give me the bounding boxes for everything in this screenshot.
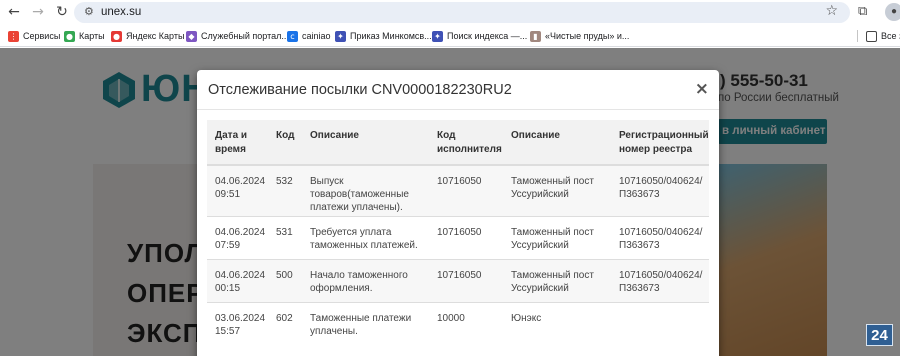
modal-header: Отслеживание посылки CNV0000182230RU2 ×	[197, 70, 719, 110]
cell-registry-number	[611, 301, 709, 353]
tracking-modal: Отслеживание посылки CNV0000182230RU2 × …	[197, 70, 719, 356]
extensions-icon[interactable]: ⧉	[858, 4, 867, 19]
bookmark-label: Приказ Минкомсв...	[350, 31, 432, 41]
cell-registry-number: 10716050/040624/П363673	[611, 164, 709, 216]
bookmark-label: Карты	[79, 31, 105, 41]
apps-grid-icon: ⋮	[8, 30, 19, 42]
column-header-registry-number: Регистрационный номер реестра	[611, 120, 709, 166]
cell-executor-description: Таможенный пост Уссурийский	[503, 258, 611, 302]
bookmark-label: cainiao	[302, 31, 331, 41]
column-header-executor-code: Код исполнителя	[429, 120, 503, 166]
maps-pin-icon: ●	[64, 30, 75, 42]
bookmark-star-icon[interactable]: ☆	[825, 3, 838, 19]
cell-description: Начало таможенного оформления.	[302, 258, 429, 302]
column-header-code: Код	[268, 120, 302, 166]
cell-datetime: 04.06.2024 09:51	[207, 164, 268, 216]
bookmark-label: «Чистые пруды» и...	[545, 31, 630, 41]
table-row: 03.06.2024 15:57 602 Таможенные платежи уп…	[207, 301, 709, 353]
address-bar[interactable]: ⚙ unex.su ☆	[74, 2, 850, 23]
column-header-executor-description: Описание	[503, 120, 611, 166]
cell-executor-code: 10716050	[429, 215, 503, 259]
bookmark-item[interactable]: ● Яндекс Карты	[111, 29, 184, 43]
bookmark-item[interactable]: c cainiao	[287, 29, 331, 43]
book-icon: ▮	[530, 30, 541, 42]
cell-datetime: 04.06.2024 00:15	[207, 258, 268, 302]
all-bookmarks-button[interactable]: Все з	[866, 29, 900, 43]
site-settings-icon[interactable]: ⚙	[84, 5, 94, 18]
bookmark-label: Сервисы	[23, 31, 61, 41]
table-header-row: Дата и время Код Описание Код исполнител…	[207, 120, 709, 166]
news-24-badge[interactable]: 24	[866, 324, 893, 346]
url-text[interactable]: unex.su	[101, 6, 141, 18]
bookmarks-bar: ⋮ Сервисы ● Карты ● Яндекс Карты ◆ Служебный по…	[0, 25, 900, 47]
bookmark-item[interactable]: ✦ Поиск индекса —...	[432, 29, 527, 43]
modal-title: Отслеживание посылки CNV0000182230RU2	[208, 82, 512, 98]
table-row: 04.06.2024 07:59 531 Требуется уплата тамо…	[207, 215, 709, 259]
back-arrow-icon[interactable]: ←	[6, 4, 22, 20]
all-bookmarks-label: Все з	[881, 31, 900, 41]
cell-code: 532	[268, 164, 302, 216]
bookmark-item[interactable]: ✦ Приказ Минкомсв...	[335, 29, 432, 43]
cell-registry-number: 10716050/040624/П363673	[611, 258, 709, 302]
table-row: 04.06.2024 09:51 532 Выпуск товаров(таможе…	[207, 164, 709, 216]
emblem-icon: ✦	[432, 30, 443, 42]
browser-toolbar: ← → ↻ ⚙ unex.su ☆ ⧉ ●	[0, 0, 900, 25]
bookmark-label: Яндекс Карты	[126, 31, 185, 41]
close-icon[interactable]: ×	[695, 79, 709, 99]
cainiao-icon: c	[287, 30, 298, 42]
tracking-table-container: Дата и время Код Описание Код исполнител…	[207, 120, 709, 353]
cell-description: Требуется уплата таможенных платежей.	[302, 215, 429, 259]
table-row: 04.06.2024 00:15 500 Начало таможенного оф…	[207, 258, 709, 302]
bookmark-label: Поиск индекса —...	[447, 31, 528, 41]
bookmark-label: Служебный портал...	[201, 31, 289, 41]
bookmarks-separator	[857, 30, 858, 42]
bookmark-item[interactable]: ⋮ Сервисы	[8, 29, 60, 43]
folder-icon	[866, 30, 877, 42]
cell-datetime: 04.06.2024 07:59	[207, 215, 268, 259]
cell-executor-code: 10716050	[429, 164, 503, 216]
column-header-datetime: Дата и время	[207, 120, 268, 166]
cell-executor-code: 10000	[429, 301, 503, 353]
cell-description: Выпуск товаров(таможенные платежи уплаче…	[302, 164, 429, 216]
column-header-description: Описание	[302, 120, 429, 166]
forward-arrow-icon[interactable]: →	[30, 4, 46, 20]
cell-description: Таможенные платежи уплачены.	[302, 301, 429, 353]
bookmark-item[interactable]: ▮ «Чистые пруды» и...	[530, 29, 629, 43]
emblem-icon: ✦	[335, 30, 346, 42]
cell-executor-description: Таможенный пост Уссурийский	[503, 164, 611, 216]
cell-executor-code: 10716050	[429, 258, 503, 302]
yandex-maps-icon: ●	[111, 30, 122, 42]
bookmark-item[interactable]: ● Карты	[64, 29, 105, 43]
cell-registry-number: 10716050/040624/П363673	[611, 215, 709, 259]
tracking-table: Дата и время Код Описание Код исполнител…	[207, 120, 709, 353]
cell-code: 531	[268, 215, 302, 259]
bookmark-item[interactable]: ◆ Служебный портал...	[186, 29, 289, 43]
cell-code: 602	[268, 301, 302, 353]
cell-datetime: 03.06.2024 15:57	[207, 301, 268, 353]
cell-executor-description: Юнэкс	[503, 301, 611, 353]
cell-code: 500	[268, 258, 302, 302]
profile-avatar[interactable]: ●	[885, 3, 900, 21]
reload-icon[interactable]: ↻	[54, 4, 70, 20]
cell-executor-description: Таможенный пост Уссурийский	[503, 215, 611, 259]
cube-icon: ◆	[186, 30, 197, 42]
